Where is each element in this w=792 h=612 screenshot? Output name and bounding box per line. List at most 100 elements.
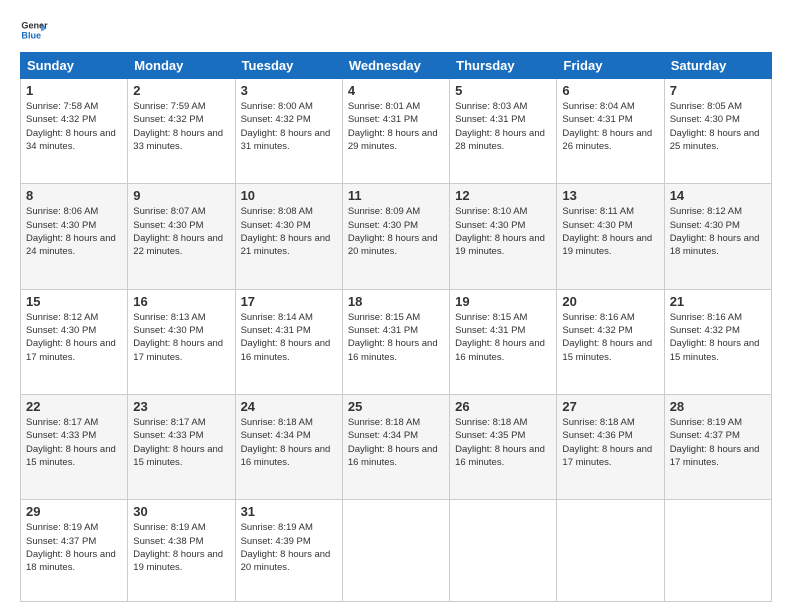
day-cell-8: 8 Sunrise: 8:06 AMSunset: 4:30 PMDayligh…: [21, 184, 128, 289]
day-cell-30: 30 Sunrise: 8:19 AMSunset: 4:38 PMDaylig…: [128, 500, 235, 602]
day-info: Sunrise: 8:17 AMSunset: 4:33 PMDaylight:…: [133, 416, 229, 469]
day-number: 23: [133, 399, 229, 414]
day-header-wednesday: Wednesday: [342, 53, 449, 79]
day-number: 20: [562, 294, 658, 309]
day-cell-22: 22 Sunrise: 8:17 AMSunset: 4:33 PMDaylig…: [21, 394, 128, 499]
calendar-table: SundayMondayTuesdayWednesdayThursdayFrid…: [20, 52, 772, 602]
day-info: Sunrise: 8:04 AMSunset: 4:31 PMDaylight:…: [562, 100, 658, 153]
day-info: Sunrise: 8:18 AMSunset: 4:34 PMDaylight:…: [241, 416, 337, 469]
header: General Blue: [20, 16, 772, 44]
logo-icon: General Blue: [20, 16, 48, 44]
page: General Blue SundayMondayTuesdayWednesda…: [0, 0, 792, 612]
day-header-friday: Friday: [557, 53, 664, 79]
day-cell-31: 31 Sunrise: 8:19 AMSunset: 4:39 PMDaylig…: [235, 500, 342, 602]
day-number: 13: [562, 188, 658, 203]
day-number: 21: [670, 294, 766, 309]
day-info: Sunrise: 8:15 AMSunset: 4:31 PMDaylight:…: [348, 311, 444, 364]
day-cell-12: 12 Sunrise: 8:10 AMSunset: 4:30 PMDaylig…: [450, 184, 557, 289]
day-info: Sunrise: 8:19 AMSunset: 4:38 PMDaylight:…: [133, 521, 229, 574]
day-info: Sunrise: 8:19 AMSunset: 4:39 PMDaylight:…: [241, 521, 337, 574]
day-cell-9: 9 Sunrise: 8:07 AMSunset: 4:30 PMDayligh…: [128, 184, 235, 289]
day-info: Sunrise: 8:15 AMSunset: 4:31 PMDaylight:…: [455, 311, 551, 364]
day-header-saturday: Saturday: [664, 53, 771, 79]
day-cell-29: 29 Sunrise: 8:19 AMSunset: 4:37 PMDaylig…: [21, 500, 128, 602]
day-number: 16: [133, 294, 229, 309]
day-cell-11: 11 Sunrise: 8:09 AMSunset: 4:30 PMDaylig…: [342, 184, 449, 289]
day-header-thursday: Thursday: [450, 53, 557, 79]
day-cell-20: 20 Sunrise: 8:16 AMSunset: 4:32 PMDaylig…: [557, 289, 664, 394]
day-header-tuesday: Tuesday: [235, 53, 342, 79]
day-cell-19: 19 Sunrise: 8:15 AMSunset: 4:31 PMDaylig…: [450, 289, 557, 394]
day-cell-17: 17 Sunrise: 8:14 AMSunset: 4:31 PMDaylig…: [235, 289, 342, 394]
day-cell-2: 2 Sunrise: 7:59 AMSunset: 4:32 PMDayligh…: [128, 79, 235, 184]
day-cell-4: 4 Sunrise: 8:01 AMSunset: 4:31 PMDayligh…: [342, 79, 449, 184]
day-number: 19: [455, 294, 551, 309]
day-info: Sunrise: 8:16 AMSunset: 4:32 PMDaylight:…: [670, 311, 766, 364]
day-cell-14: 14 Sunrise: 8:12 AMSunset: 4:30 PMDaylig…: [664, 184, 771, 289]
day-info: Sunrise: 8:17 AMSunset: 4:33 PMDaylight:…: [26, 416, 122, 469]
day-info: Sunrise: 8:18 AMSunset: 4:36 PMDaylight:…: [562, 416, 658, 469]
day-number: 26: [455, 399, 551, 414]
day-info: Sunrise: 8:00 AMSunset: 4:32 PMDaylight:…: [241, 100, 337, 153]
day-cell-15: 15 Sunrise: 8:12 AMSunset: 4:30 PMDaylig…: [21, 289, 128, 394]
day-cell-28: 28 Sunrise: 8:19 AMSunset: 4:37 PMDaylig…: [664, 394, 771, 499]
day-cell-27: 27 Sunrise: 8:18 AMSunset: 4:36 PMDaylig…: [557, 394, 664, 499]
day-number: 29: [26, 504, 122, 519]
svg-text:Blue: Blue: [21, 30, 41, 40]
day-info: Sunrise: 8:12 AMSunset: 4:30 PMDaylight:…: [670, 205, 766, 258]
day-number: 4: [348, 83, 444, 98]
day-cell-23: 23 Sunrise: 8:17 AMSunset: 4:33 PMDaylig…: [128, 394, 235, 499]
day-info: Sunrise: 8:09 AMSunset: 4:30 PMDaylight:…: [348, 205, 444, 258]
day-number: 25: [348, 399, 444, 414]
day-cell-5: 5 Sunrise: 8:03 AMSunset: 4:31 PMDayligh…: [450, 79, 557, 184]
day-info: Sunrise: 8:16 AMSunset: 4:32 PMDaylight:…: [562, 311, 658, 364]
day-info: Sunrise: 7:58 AMSunset: 4:32 PMDaylight:…: [26, 100, 122, 153]
day-number: 24: [241, 399, 337, 414]
day-info: Sunrise: 8:01 AMSunset: 4:31 PMDaylight:…: [348, 100, 444, 153]
day-info: Sunrise: 8:10 AMSunset: 4:30 PMDaylight:…: [455, 205, 551, 258]
day-cell-1: 1 Sunrise: 7:58 AMSunset: 4:32 PMDayligh…: [21, 79, 128, 184]
day-number: 9: [133, 188, 229, 203]
day-number: 2: [133, 83, 229, 98]
day-cell-26: 26 Sunrise: 8:18 AMSunset: 4:35 PMDaylig…: [450, 394, 557, 499]
day-cell-25: 25 Sunrise: 8:18 AMSunset: 4:34 PMDaylig…: [342, 394, 449, 499]
day-number: 10: [241, 188, 337, 203]
day-cell-21: 21 Sunrise: 8:16 AMSunset: 4:32 PMDaylig…: [664, 289, 771, 394]
logo: General Blue: [20, 16, 52, 44]
day-info: Sunrise: 7:59 AMSunset: 4:32 PMDaylight:…: [133, 100, 229, 153]
day-info: Sunrise: 8:11 AMSunset: 4:30 PMDaylight:…: [562, 205, 658, 258]
day-number: 7: [670, 83, 766, 98]
day-info: Sunrise: 8:18 AMSunset: 4:35 PMDaylight:…: [455, 416, 551, 469]
day-info: Sunrise: 8:06 AMSunset: 4:30 PMDaylight:…: [26, 205, 122, 258]
day-number: 1: [26, 83, 122, 98]
day-number: 22: [26, 399, 122, 414]
day-number: 8: [26, 188, 122, 203]
day-number: 14: [670, 188, 766, 203]
day-cell-6: 6 Sunrise: 8:04 AMSunset: 4:31 PMDayligh…: [557, 79, 664, 184]
day-info: Sunrise: 8:07 AMSunset: 4:30 PMDaylight:…: [133, 205, 229, 258]
day-number: 18: [348, 294, 444, 309]
day-number: 15: [26, 294, 122, 309]
day-number: 17: [241, 294, 337, 309]
day-header-sunday: Sunday: [21, 53, 128, 79]
day-number: 31: [241, 504, 337, 519]
day-cell-16: 16 Sunrise: 8:13 AMSunset: 4:30 PMDaylig…: [128, 289, 235, 394]
day-number: 3: [241, 83, 337, 98]
day-number: 11: [348, 188, 444, 203]
day-info: Sunrise: 8:18 AMSunset: 4:34 PMDaylight:…: [348, 416, 444, 469]
day-number: 27: [562, 399, 658, 414]
day-info: Sunrise: 8:14 AMSunset: 4:31 PMDaylight:…: [241, 311, 337, 364]
day-info: Sunrise: 8:05 AMSunset: 4:30 PMDaylight:…: [670, 100, 766, 153]
empty-cell: [342, 500, 449, 602]
day-number: 30: [133, 504, 229, 519]
day-info: Sunrise: 8:13 AMSunset: 4:30 PMDaylight:…: [133, 311, 229, 364]
day-number: 6: [562, 83, 658, 98]
empty-cell: [664, 500, 771, 602]
day-cell-24: 24 Sunrise: 8:18 AMSunset: 4:34 PMDaylig…: [235, 394, 342, 499]
day-number: 28: [670, 399, 766, 414]
day-number: 12: [455, 188, 551, 203]
day-cell-18: 18 Sunrise: 8:15 AMSunset: 4:31 PMDaylig…: [342, 289, 449, 394]
day-cell-7: 7 Sunrise: 8:05 AMSunset: 4:30 PMDayligh…: [664, 79, 771, 184]
day-info: Sunrise: 8:19 AMSunset: 4:37 PMDaylight:…: [670, 416, 766, 469]
day-info: Sunrise: 8:08 AMSunset: 4:30 PMDaylight:…: [241, 205, 337, 258]
